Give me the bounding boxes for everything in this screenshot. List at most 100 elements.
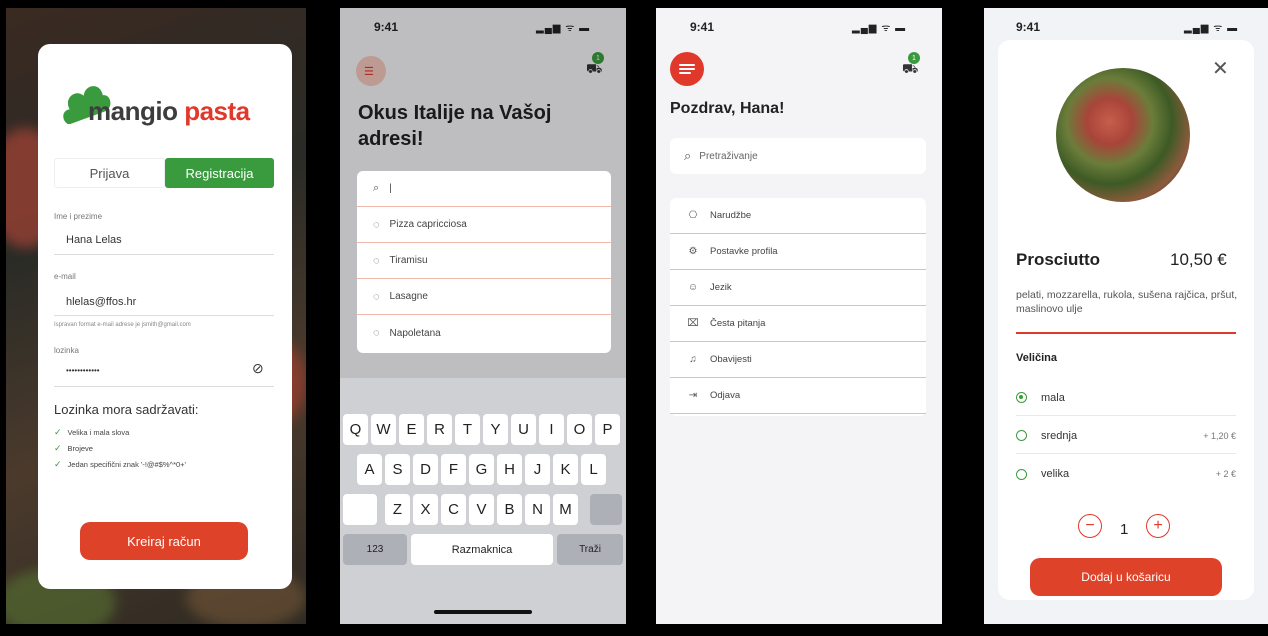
menu-item-logout[interactable]: ⇥ Odjava: [670, 378, 926, 414]
numbers-key[interactable]: 123: [343, 534, 407, 565]
product-screen: 9:41 ▂▄▆ ᯤ ▬ ✕ Prosciutto 10,50 € pelati…: [984, 8, 1268, 624]
search-screen: 9:41 ▂▄▆ ᯤ ▬ ☰ ⛟ 1 Okus Italije na Vašoj…: [340, 8, 626, 624]
status-time: 9:41: [690, 20, 715, 34]
search-input[interactable]: ⌕ |: [357, 171, 611, 207]
backspace-key[interactable]: [590, 494, 622, 525]
divider: [54, 315, 274, 316]
plus-icon: +: [1153, 517, 1163, 534]
side-menu: ⎔ Narudžbe ⚙ Postavke profila ☺ Jezik ⌧ Čest…: [670, 198, 926, 416]
key[interactable]: H: [497, 454, 522, 485]
menu-icon: [679, 68, 695, 70]
menu-button[interactable]: [670, 52, 704, 86]
app-screens: mangio pasta Prijava Registracija Ime i …: [0, 0, 1268, 636]
email-field[interactable]: hlelas@ffos.hr: [66, 296, 136, 308]
menu-item-orders[interactable]: ⎔ Narudžbe: [670, 198, 926, 234]
name-field[interactable]: Hana Lelas: [66, 234, 122, 246]
menu-item-label: Odjava: [710, 390, 741, 401]
email-label: e-mail: [54, 272, 76, 281]
size-option-medium[interactable]: srednja + 1,20 €: [1016, 418, 1236, 454]
status-time: 9:41: [1016, 20, 1041, 34]
radio-selected[interactable]: [1016, 392, 1027, 403]
key[interactable]: X: [413, 494, 438, 525]
key[interactable]: D: [413, 454, 438, 485]
key[interactable]: Y: [483, 414, 508, 445]
home-indicator: [434, 610, 532, 614]
divider: [1016, 332, 1236, 334]
key[interactable]: W: [371, 414, 396, 445]
key[interactable]: R: [427, 414, 452, 445]
key[interactable]: U: [511, 414, 536, 445]
menu-item-faq[interactable]: ⌧ Česta pitanja: [670, 306, 926, 342]
search-placeholder: Pretraživanje: [699, 150, 758, 162]
password-rules-title: Lozinka mora sadržavati:: [54, 402, 199, 417]
history-icon: ◌: [373, 327, 380, 339]
quantity-value: 1: [1120, 521, 1129, 538]
check-icon: ✓: [54, 459, 62, 469]
cart-badge: 1: [908, 52, 920, 64]
logout-icon: ⇥: [688, 390, 698, 401]
key[interactable]: A: [357, 454, 382, 485]
suggestion-item[interactable]: ◌ Napoletana: [357, 315, 611, 351]
rule-text: Jedan specifični znak '-!@#$%^*0+': [67, 460, 186, 469]
history-icon: ◌: [373, 290, 380, 303]
minus-icon: −: [1085, 517, 1095, 534]
suggestion-label: Pizza capricciosa: [389, 219, 467, 230]
email-hint: Ispravan format e-mail adrese je jsmith@…: [54, 322, 191, 328]
key[interactable]: F: [441, 454, 466, 485]
create-account-button[interactable]: Kreiraj račun: [80, 522, 248, 560]
key[interactable]: E: [399, 414, 424, 445]
key[interactable]: C: [441, 494, 466, 525]
key[interactable]: G: [469, 454, 494, 485]
key[interactable]: Q: [343, 414, 368, 445]
decrease-quantity-button[interactable]: −: [1078, 514, 1102, 538]
suggestion-item[interactable]: ◌ Tiramisu: [357, 243, 611, 279]
box-icon: ⎔: [688, 210, 698, 221]
key[interactable]: N: [525, 494, 550, 525]
add-to-cart-button[interactable]: Dodaj u košaricu: [1030, 558, 1222, 596]
close-icon[interactable]: ✕: [1212, 56, 1229, 81]
space-key[interactable]: Razmaknica: [411, 534, 553, 565]
menu-item-label: Narudžbe: [710, 210, 752, 221]
cart-button[interactable]: ⛟ 1: [902, 52, 920, 78]
rule-text: Brojeve: [67, 444, 93, 453]
status-icons: ▂▄▆ ᯤ ▬: [852, 23, 907, 34]
key[interactable]: S: [385, 454, 410, 485]
search-input[interactable]: ⌕ Pretraživanje: [670, 138, 926, 174]
size-option-large[interactable]: velika + 2 €: [1016, 456, 1236, 492]
keyboard: Q W E R T Y U I O P A S D F G H J K L Z …: [340, 378, 626, 624]
rule-text: Velika i mala slova: [67, 428, 130, 437]
size-label: velika: [1041, 468, 1070, 480]
bell-icon: ♫: [689, 354, 697, 365]
key[interactable]: T: [455, 414, 480, 445]
key[interactable]: P: [595, 414, 620, 445]
size-option-small[interactable]: mala: [1016, 380, 1236, 416]
tab-login[interactable]: Prijava: [54, 158, 165, 188]
menu-item-language[interactable]: ☺ Jezik: [670, 270, 926, 306]
eye-off-icon[interactable]: ⊘: [252, 360, 264, 377]
shift-key[interactable]: [343, 494, 377, 525]
key[interactable]: V: [469, 494, 494, 525]
radio-unselected[interactable]: [1016, 430, 1027, 441]
key[interactable]: O: [567, 414, 592, 445]
key[interactable]: B: [497, 494, 522, 525]
registration-screen: mangio pasta Prijava Registracija Ime i …: [6, 8, 306, 624]
tab-register[interactable]: Registracija: [165, 158, 274, 188]
suggestion-item[interactable]: ◌ Lasagne: [357, 279, 611, 315]
password-field[interactable]: ••••••••••••: [66, 366, 100, 375]
check-icon: ✓: [54, 427, 62, 437]
product-price: 10,50 €: [1170, 250, 1227, 269]
key[interactable]: Z: [385, 494, 410, 525]
suggestion-item[interactable]: ◌ Pizza capricciosa: [357, 207, 611, 243]
key[interactable]: L: [581, 454, 606, 485]
check-icon: ✓: [54, 443, 62, 453]
key[interactable]: I: [539, 414, 564, 445]
search-key[interactable]: Traži: [557, 534, 623, 565]
menu-item-notifications[interactable]: ♫ Obavijesti: [670, 342, 926, 378]
size-label: mala: [1041, 391, 1065, 404]
key[interactable]: K: [553, 454, 578, 485]
radio-unselected[interactable]: [1016, 468, 1027, 480]
menu-item-profile-settings[interactable]: ⚙ Postavke profila: [670, 234, 926, 270]
key[interactable]: J: [525, 454, 550, 485]
increase-quantity-button[interactable]: +: [1146, 514, 1170, 538]
key[interactable]: M: [553, 494, 578, 525]
